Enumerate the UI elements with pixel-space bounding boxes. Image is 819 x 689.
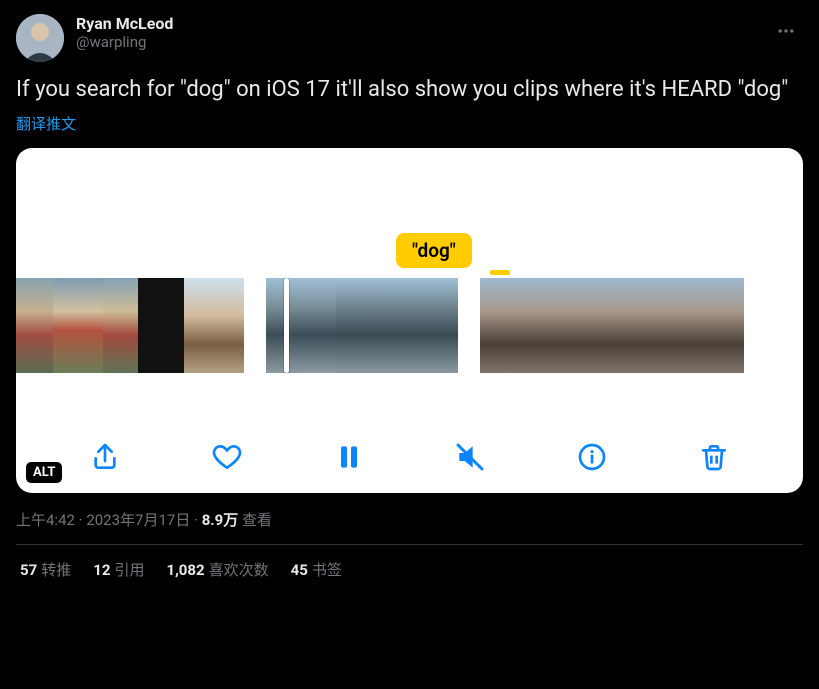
video-scrubber[interactable] bbox=[16, 278, 803, 373]
pause-button[interactable] bbox=[325, 433, 373, 481]
video-thumb bbox=[103, 278, 138, 373]
more-icon bbox=[776, 21, 796, 41]
video-thumb bbox=[700, 278, 744, 373]
video-thumb bbox=[568, 278, 612, 373]
search-term-tooltip: "dog" bbox=[396, 233, 472, 268]
more-button[interactable] bbox=[769, 14, 803, 48]
views-label: 查看 bbox=[242, 511, 272, 529]
video-thumb bbox=[656, 278, 700, 373]
alt-badge[interactable]: ALT bbox=[26, 462, 62, 483]
mute-icon bbox=[454, 441, 486, 473]
author-names[interactable]: Ryan McLeod @warpling bbox=[76, 14, 173, 51]
tooltip-marker bbox=[490, 270, 510, 275]
like-button[interactable] bbox=[203, 433, 251, 481]
avatar-image bbox=[16, 14, 64, 62]
clip-cluster-2 bbox=[266, 278, 458, 373]
clip-cluster-3 bbox=[480, 278, 744, 373]
playhead[interactable] bbox=[284, 278, 289, 373]
heart-icon bbox=[211, 441, 243, 473]
bookmarks-stat[interactable]: 45书签 bbox=[291, 559, 342, 580]
quotes-stat[interactable]: 12引用 bbox=[93, 559, 144, 580]
tweet-header: Ryan McLeod @warpling bbox=[16, 14, 803, 62]
video-thumb bbox=[524, 278, 568, 373]
tweet-date: 2023年7月17日 bbox=[86, 511, 190, 529]
retweets-stat[interactable]: 57转推 bbox=[20, 559, 71, 580]
video-thumb bbox=[53, 278, 103, 373]
translate-link[interactable]: 翻译推文 bbox=[16, 113, 803, 134]
video-thumb bbox=[184, 278, 244, 373]
media-toolbar bbox=[16, 433, 803, 481]
tweet-time: 上午4:42 bbox=[16, 511, 75, 529]
views-count: 8.9万 bbox=[202, 511, 239, 529]
video-thumb bbox=[138, 278, 184, 373]
tweet-stats: 57转推 12引用 1,082喜欢次数 45书签 bbox=[16, 545, 803, 588]
media-card[interactable]: "dog" bbox=[16, 148, 803, 493]
pause-icon bbox=[333, 441, 365, 473]
info-button[interactable] bbox=[568, 433, 616, 481]
video-thumb bbox=[266, 278, 336, 373]
trash-icon bbox=[698, 441, 730, 473]
share-icon bbox=[89, 441, 121, 473]
delete-button[interactable] bbox=[690, 433, 738, 481]
video-thumb bbox=[612, 278, 656, 373]
tweet-text: If you search for "dog" on iOS 17 it'll … bbox=[16, 76, 803, 105]
video-thumb bbox=[480, 278, 524, 373]
info-icon bbox=[576, 441, 608, 473]
clip-cluster-1 bbox=[16, 278, 244, 373]
mute-button[interactable] bbox=[446, 433, 494, 481]
avatar[interactable] bbox=[16, 14, 64, 62]
display-name: Ryan McLeod bbox=[76, 14, 173, 33]
tweet-container: Ryan McLeod @warpling If you search for … bbox=[0, 0, 819, 594]
video-thumb bbox=[16, 278, 53, 373]
handle: @warpling bbox=[76, 33, 173, 51]
tweet-meta[interactable]: 上午4:42 · 2023年7月17日 · 8.9万 查看 bbox=[16, 509, 803, 530]
likes-stat[interactable]: 1,082喜欢次数 bbox=[166, 559, 268, 580]
video-thumb bbox=[336, 278, 458, 373]
share-button[interactable] bbox=[81, 433, 129, 481]
